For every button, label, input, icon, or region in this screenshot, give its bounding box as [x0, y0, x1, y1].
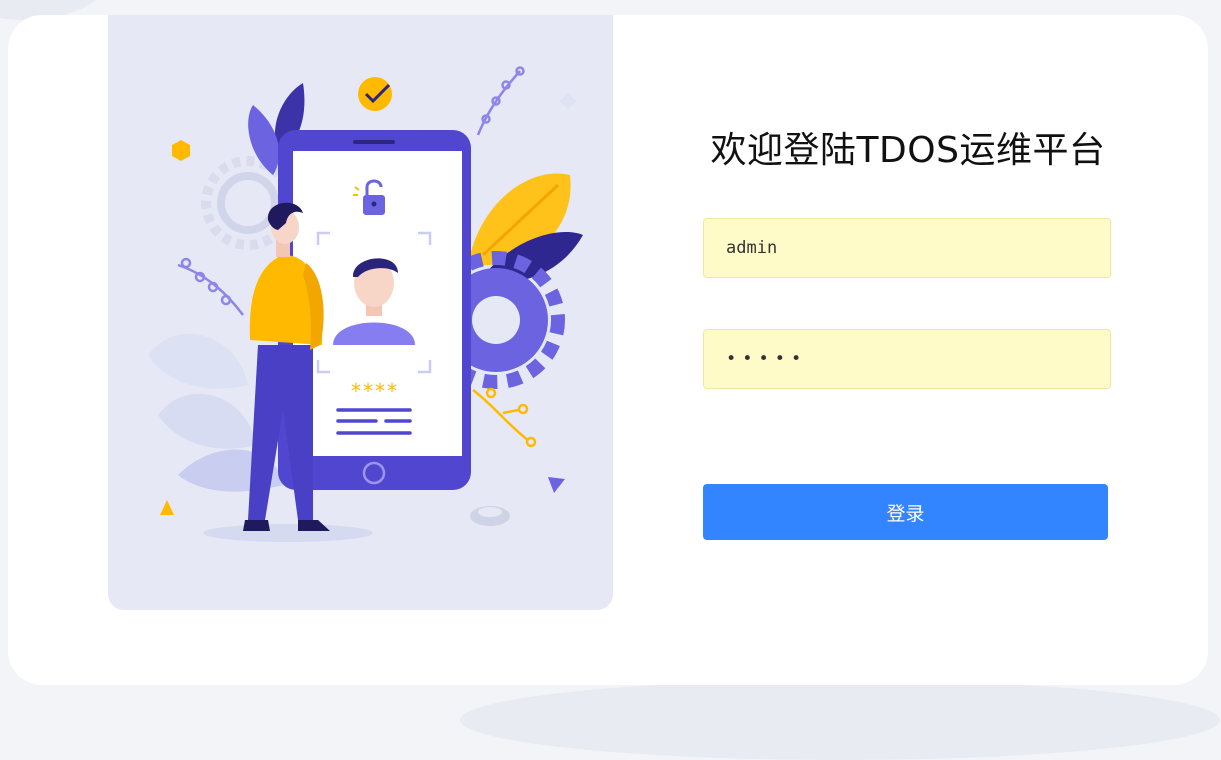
- twig-right: [476, 66, 525, 136]
- check-badge-icon: [358, 77, 392, 111]
- twig-left: [177, 257, 244, 316]
- username-input[interactable]: [703, 218, 1111, 278]
- login-illustration: ****: [148, 66, 583, 542]
- login-button[interactable]: 登录: [703, 484, 1108, 540]
- hexagon-decoration: [172, 140, 190, 161]
- login-card: **** 欢迎登陆TDOS运维平台 admin ••••• 登录: [8, 15, 1208, 685]
- background-shape-bottom: [460, 680, 1220, 760]
- masked-pin: ****: [350, 379, 398, 403]
- illustration-panel: ****: [108, 15, 613, 610]
- password-input[interactable]: [703, 329, 1111, 389]
- page-title: 欢迎登陆TDOS运维平台: [710, 130, 1106, 171]
